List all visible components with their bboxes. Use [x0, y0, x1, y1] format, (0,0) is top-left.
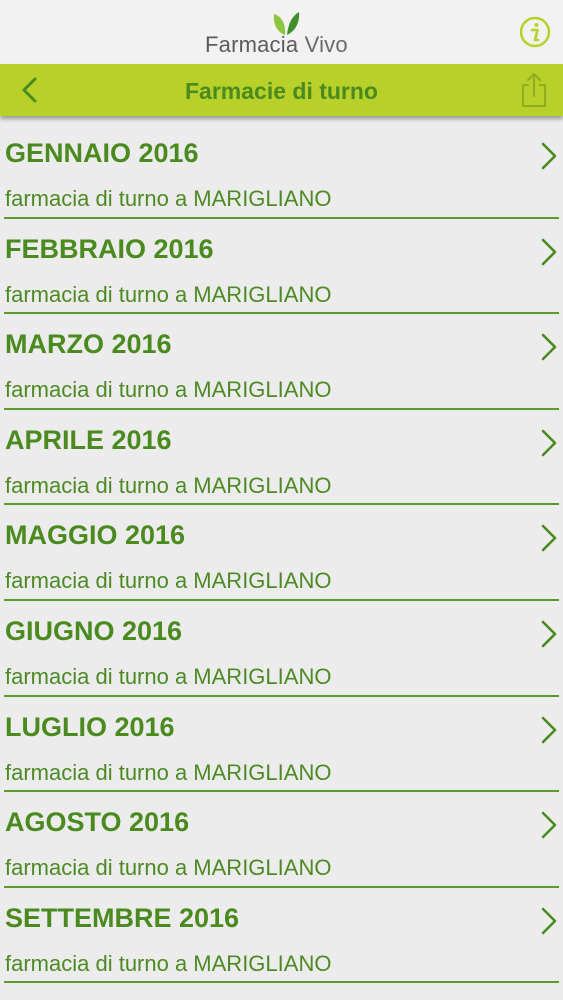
month-title: MAGGIO 2016: [5, 520, 186, 551]
logo-word-1: Farmacia: [205, 32, 299, 57]
list-item[interactable]: FEBBRAIO 2016 farmacia di turno a MARIGL…: [4, 219, 559, 315]
month-title: LUGLIO 2016: [5, 711, 175, 742]
logo-text: Farmacia Vivo: [205, 32, 348, 58]
logo-word-2: Vivo: [304, 32, 348, 57]
item-subtitle: farmacia di turno a MARIGLIANO: [5, 281, 332, 307]
chevron-right-icon: [541, 238, 557, 265]
month-title: GIUGNO 2016: [5, 615, 183, 646]
chevron-right-icon: [541, 716, 557, 743]
month-title: MARZO 2016: [5, 329, 172, 360]
chevron-right-icon: [541, 429, 557, 457]
month-title: FEBBRAIO 2016: [5, 233, 214, 264]
item-subtitle: farmacia di turno a MARIGLIANO: [5, 759, 332, 785]
item-subtitle: farmacia di turno a MARIGLIANO: [5, 472, 332, 498]
list-item[interactable]: GIUGNO 2016 farmacia di turno a MARIGLIA…: [4, 601, 559, 697]
list-item[interactable]: APRILE 2016 farmacia di turno a MARIGLIA…: [4, 410, 559, 506]
chevron-right-icon: [541, 333, 557, 361]
list-item[interactable]: AGOSTO 2016 farmacia di turno a MARIGLIA…: [4, 792, 559, 888]
chevron-right-icon: [541, 525, 557, 552]
month-title: GENNAIO 2016: [5, 138, 199, 168]
item-subtitle: farmacia di turno a MARIGLIANO: [5, 568, 332, 594]
month-list: GENNAIO 2016 farmacia di turno a MARIGLI…: [0, 123, 563, 984]
item-subtitle: farmacia di turno a MARIGLIANO: [5, 377, 332, 403]
list-item[interactable]: MARZO 2016 farmacia di turno a MARIGLIAN…: [4, 314, 559, 410]
list-item[interactable]: GENNAIO 2016 farmacia di turno a MARIGLI…: [4, 123, 559, 219]
item-subtitle: farmacia di turno a MARIGLIANO: [5, 663, 332, 689]
app-logo: Farmacia Vivo: [205, 8, 365, 60]
share-icon[interactable]: [519, 72, 549, 108]
info-icon[interactable]: [519, 16, 551, 48]
chevron-right-icon: [541, 620, 557, 648]
item-subtitle: farmacia di turno a MARIGLIANO: [5, 855, 332, 881]
list-item[interactable]: LUGLIO 2016 farmacia di turno a MARIGLIA…: [4, 697, 559, 793]
item-subtitle: farmacia di turno a MARIGLIANO: [5, 186, 332, 211]
app-header: Farmacia Vivo: [0, 0, 563, 64]
navbar: Farmacie di turno: [0, 64, 563, 116]
list-item[interactable]: MAGGIO 2016 farmacia di turno a MARIGLIA…: [4, 505, 559, 601]
page-title: Farmacie di turno: [185, 78, 378, 104]
chevron-right-icon: [541, 907, 557, 935]
month-title: APRILE 2016: [5, 424, 172, 455]
chevron-right-icon: [541, 811, 557, 839]
item-subtitle: farmacia di turno a MARIGLIANO: [5, 950, 332, 976]
list-item[interactable]: SETTEMBRE 2016 farmacia di turno a MARIG…: [4, 888, 559, 984]
month-title: AGOSTO 2016: [5, 807, 190, 838]
month-title: SETTEMBRE 2016: [5, 902, 240, 933]
chevron-right-icon: [541, 142, 557, 170]
